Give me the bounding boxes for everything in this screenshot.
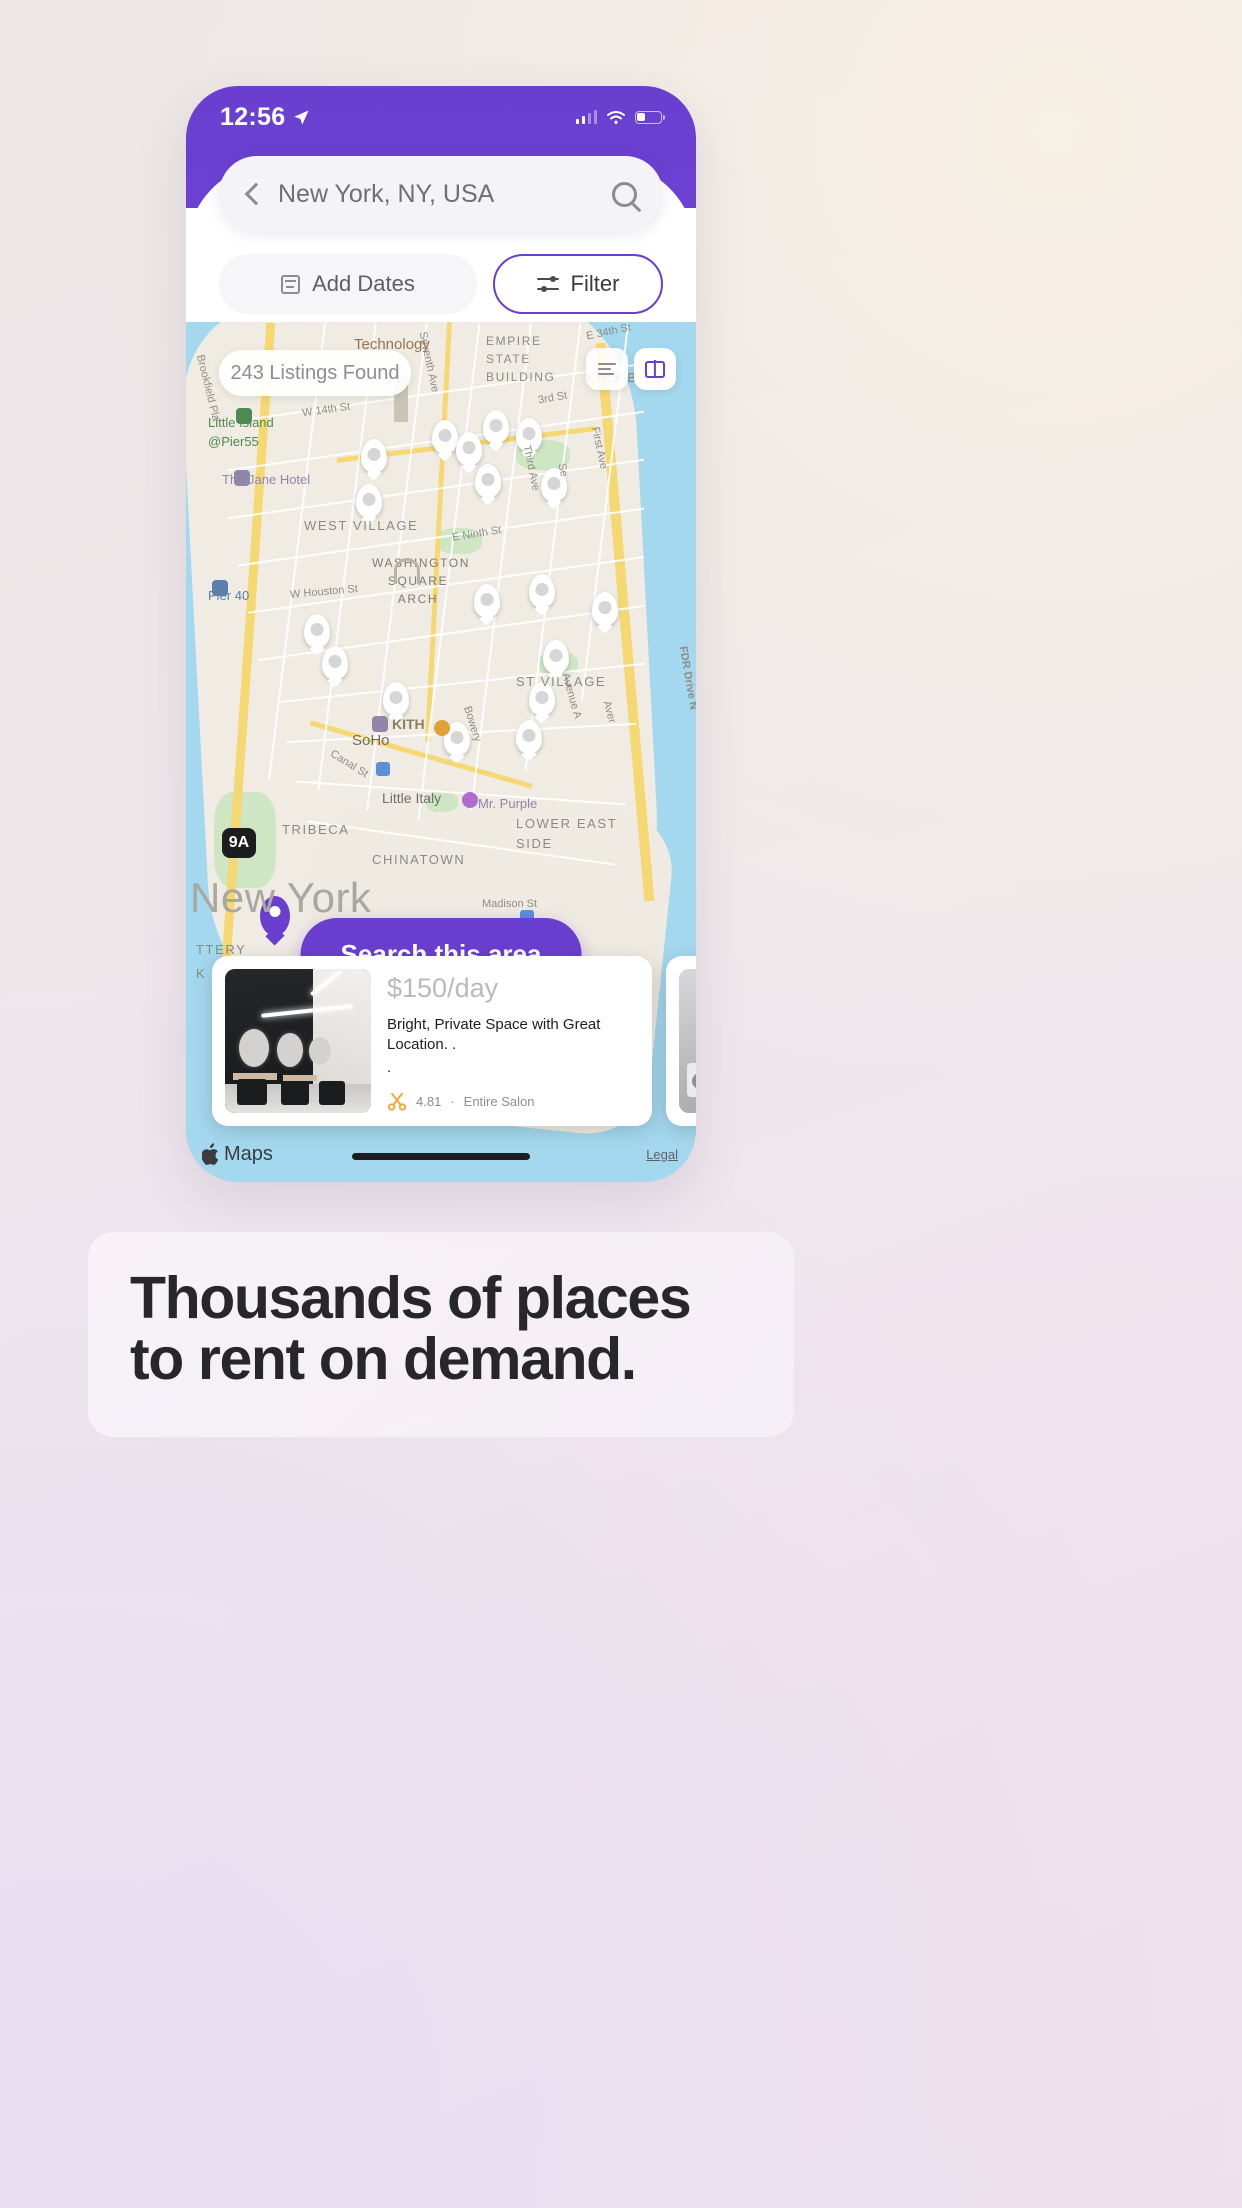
listing-type: Entire Salon	[463, 1094, 535, 1110]
legal-link[interactable]: Legal	[646, 1147, 678, 1162]
view-toggle-group	[586, 348, 676, 390]
status-time: 12:56	[220, 102, 286, 131]
map-pin[interactable]	[361, 439, 387, 473]
map-label: WEST VILLAGE	[304, 518, 419, 533]
map-pin[interactable]	[322, 646, 348, 680]
map-pin[interactable]	[304, 614, 330, 648]
battery-low-icon	[635, 110, 665, 124]
search-bar[interactable]: New York, NY, USA	[219, 156, 663, 232]
map-poi-label: EMPIRE STATE BUILDING	[486, 334, 556, 384]
listing-title: Bright, Private Space with Great Locatio…	[387, 1016, 601, 1054]
wifi-icon	[607, 110, 625, 124]
map-pin[interactable]	[432, 420, 458, 454]
map-label: TTERY	[196, 942, 247, 957]
location-arrow-icon	[294, 109, 310, 125]
listing-card-carousel[interactable]: $150/day Bright, Private Space with Grea…	[186, 956, 696, 1126]
map-label: Little Italy	[382, 790, 442, 806]
map-poi-label: KITH	[392, 716, 425, 732]
filter-row: Add Dates Filter	[219, 254, 663, 314]
map-city-label: New York	[190, 874, 372, 921]
phone-mockup: 12:56 New York, NY, USA Add Dates Filter…	[186, 86, 696, 1182]
map-label: LOWER EAST SIDE	[516, 816, 618, 851]
cellular-signal-icon	[575, 110, 597, 124]
map-pin[interactable]	[516, 720, 542, 754]
filter-button[interactable]: Filter	[493, 254, 663, 314]
map-pin[interactable]	[592, 592, 618, 626]
map-pin[interactable]	[543, 640, 569, 674]
meta-separator: ·	[450, 1094, 455, 1110]
promo-headline-line2: to rent on demand.	[130, 1326, 637, 1393]
pier-marker-icon	[212, 580, 228, 596]
map-pin[interactable]	[456, 432, 482, 466]
listing-title-line2: .	[387, 1058, 392, 1076]
map-canvas[interactable]: 243 Listings Found KIPS BAY WEST VILLAGE…	[186, 322, 696, 1182]
subway-marker-icon	[376, 762, 390, 776]
listing-price-row: $150/day	[387, 975, 639, 1002]
route-shield-9a: 9A	[222, 828, 256, 858]
status-time-group: 12:56	[220, 103, 311, 132]
promo-headline-line1: Thousands of places	[130, 1265, 692, 1331]
apple-logo-icon	[202, 1143, 219, 1165]
hotel-marker-icon	[234, 470, 250, 486]
listing-card-next[interactable]	[666, 956, 696, 1126]
map-pin[interactable]	[356, 484, 382, 518]
scissors-icon	[387, 1092, 407, 1111]
listing-card[interactable]: $150/day Bright, Private Space with Grea…	[212, 956, 652, 1126]
sliders-icon	[536, 276, 559, 292]
map-street-label: Se	[555, 462, 571, 478]
calendar-icon	[281, 274, 301, 294]
home-indicator	[352, 1153, 530, 1160]
listing-image-next	[679, 969, 696, 1113]
status-indicators	[575, 110, 665, 125]
listing-details: $150/day Bright, Private Space with Grea…	[387, 969, 639, 1113]
store-marker-icon	[434, 720, 450, 736]
shop-marker-icon	[372, 716, 388, 732]
map-label: CHINATOWN	[372, 852, 466, 867]
listing-rating: 4.81	[416, 1094, 442, 1110]
add-dates-button[interactable]: Add Dates	[219, 254, 477, 314]
listing-image	[225, 969, 371, 1113]
map-pin[interactable]	[529, 574, 555, 608]
search-icon[interactable]	[612, 181, 637, 207]
bar-marker-icon	[462, 792, 478, 808]
list-view-icon[interactable]	[586, 348, 628, 390]
map-label: SoHo	[352, 732, 390, 749]
listing-price-unit: /day	[447, 973, 499, 1003]
listing-meta: 4.81 · Entire Salon	[387, 1092, 639, 1112]
map-pin[interactable]	[483, 410, 509, 444]
listings-count-chip: 243 Listings Found	[219, 350, 411, 396]
promo-headline: Thousands of places to rent on demand.	[130, 1265, 770, 1393]
map-label: TRIBECA	[282, 822, 350, 837]
map-street-label: Madison St	[482, 898, 538, 910]
filter-label: Filter	[570, 271, 620, 296]
washington-square-arch-icon	[394, 558, 420, 584]
map-poi-label: Mr. Purple	[478, 796, 538, 811]
listing-price: $150	[387, 973, 448, 1003]
search-input[interactable]: New York, NY, USA	[278, 180, 598, 209]
status-bar: 12:56	[186, 100, 696, 134]
map-pin[interactable]	[475, 464, 501, 498]
add-dates-label: Add Dates	[312, 271, 415, 296]
map-view-icon[interactable]	[634, 348, 676, 390]
maps-label: Maps	[224, 1143, 273, 1165]
map-pin[interactable]	[383, 682, 409, 716]
map-pin[interactable]	[474, 584, 500, 618]
chevron-left-icon[interactable]	[244, 182, 268, 206]
apple-maps-attribution: Maps	[202, 1143, 273, 1166]
park-marker-icon	[236, 408, 252, 424]
